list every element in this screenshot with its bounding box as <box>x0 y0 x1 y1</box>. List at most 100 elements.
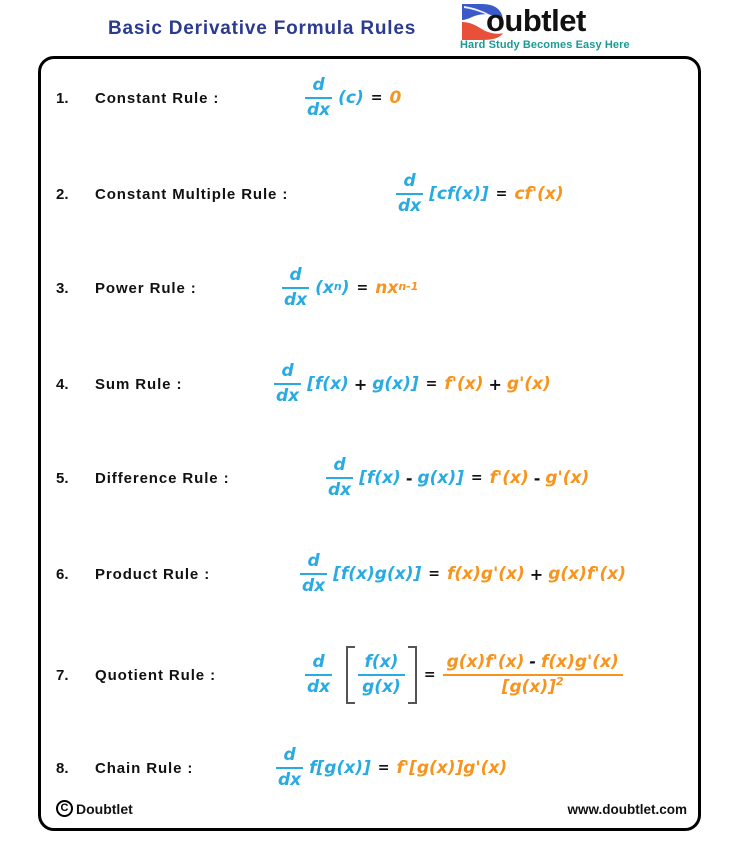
ddx-operator: d dx <box>300 551 328 596</box>
rule-row-product: 6. Product Rule : d dx [f(x)g(x)] = f(x)… <box>0 538 745 610</box>
ddx-numerator: d <box>289 265 302 285</box>
lhs-denominator: g(x) <box>362 677 401 697</box>
ddx-denominator: dx <box>307 677 331 697</box>
ddx-denominator: dx <box>328 480 352 500</box>
equals-sign: = <box>370 90 383 106</box>
rhs-denominator: [g(x)]2 <box>498 676 568 696</box>
brand-logo: oubtlet Hard Study Becomes Easy Here <box>458 2 630 54</box>
ddx-operator: d dx <box>305 75 333 120</box>
ddx-operator: d dx <box>396 171 424 216</box>
rule-formula: d dx (x n ) = nx n-1 <box>282 267 418 309</box>
rule-row-constant-multiple: 2. Constant Multiple Rule : d dx [cf(x)]… <box>0 158 745 230</box>
equals-sign: = <box>423 667 436 683</box>
rule-label: Chain Rule : <box>95 759 194 777</box>
rule-label: Sum Rule : <box>95 375 183 393</box>
rule-row-chain: 8. Chain Rule : d dx f[g(x)] = f'[g(x)]g… <box>0 732 745 804</box>
ddx-numerator: d <box>403 171 416 191</box>
rule-row-sum: 4. Sum Rule : d dx [f(x) + g(x)] = f'(x)… <box>0 348 745 420</box>
ddx-operator: d dx <box>305 652 333 697</box>
rule-number: 1. <box>56 89 69 107</box>
footer-website[interactable]: www.doubtlet.com <box>568 802 688 817</box>
ddx-operator: d dx <box>274 361 302 406</box>
rule-label: Constant Rule : <box>95 89 220 107</box>
rule-number: 7. <box>56 666 69 684</box>
rule-formula: d dx [f(x) + g(x)] = f'(x) + g'(x) <box>274 363 551 405</box>
formula-rhs-second: g(x)f'(x) <box>548 564 626 584</box>
ddx-numerator: d <box>333 455 346 475</box>
ddx-numerator: d <box>312 652 325 672</box>
rule-number: 3. <box>56 279 69 297</box>
formula-lhs-operator: - <box>405 468 413 488</box>
equals-sign: = <box>428 566 440 582</box>
rhs-numerator-first: g(x)f'(x) <box>446 652 525 672</box>
rule-formula: d dx [cf(x)] = cf'(x) <box>396 173 564 215</box>
formula-lhs-second: g(x)] <box>417 468 464 488</box>
formula-rhs-first: f(x)g'(x) <box>447 564 525 584</box>
rhs-fraction: g(x)f'(x) - f(x)g'(x) [g(x)]2 <box>442 652 623 696</box>
ddx-denominator: dx <box>284 290 308 310</box>
rule-label: Quotient Rule : <box>95 666 216 684</box>
close-bracket <box>407 646 417 704</box>
rhs-denominator-base: [g(x)] <box>501 677 556 697</box>
rhs-numerator-second: f(x)g'(x) <box>540 652 619 672</box>
ddx-operator: d dx <box>276 745 304 790</box>
rule-label: Difference Rule : <box>95 469 230 487</box>
ddx-operator: d dx <box>282 265 310 310</box>
ddx-operator: d dx <box>326 455 354 500</box>
rule-formula: d dx [f(x) - g(x)] = f'(x) - g'(x) <box>326 457 589 499</box>
formula-rhs-operator: + <box>529 564 544 584</box>
ddx-denominator: dx <box>307 100 331 120</box>
rule-label: Product Rule : <box>95 565 211 583</box>
formula-lhs-operator: + <box>353 374 368 394</box>
rule-row-constant: 1. Constant Rule : d dx (c) = 0 <box>0 62 745 134</box>
ddx-numerator: d <box>312 75 325 95</box>
rule-number: 4. <box>56 375 69 393</box>
ddx-denominator: dx <box>398 196 422 216</box>
formula-rhs-operator: + <box>488 374 502 394</box>
rule-number: 8. <box>56 759 69 777</box>
equals-sign: = <box>377 760 390 776</box>
rule-formula: d dx [f(x)g(x)] = f(x)g'(x) + g(x)f'(x) <box>300 553 626 595</box>
ddx-numerator: d <box>281 361 294 381</box>
page-title: Basic Derivative Formula Rules <box>108 18 417 39</box>
formula-rhs: 0 <box>389 88 402 108</box>
open-bracket <box>346 646 356 704</box>
rule-row-power: 3. Power Rule : d dx (x n ) = nx n-1 <box>0 252 745 324</box>
copyright-name: Doubtlet <box>76 800 133 817</box>
rule-formula: d dx f[g(x)] = f'[g(x)]g'(x) <box>276 747 507 789</box>
formula-lhs-first: [f(x) <box>359 468 401 488</box>
formula-lhs-first: [f(x) <box>307 374 349 394</box>
ddx-denominator: dx <box>276 386 300 406</box>
rule-label: Constant Multiple Rule : <box>95 185 289 203</box>
rule-formula: d dx f(x) g(x) = g(x)f'(x) - f(x)g'(x) [g(… <box>305 646 623 704</box>
rule-formula: d dx (c) = 0 <box>305 77 401 119</box>
formula-rhs-first: f'(x) <box>489 468 529 488</box>
formula-lhs: (c) <box>338 88 364 108</box>
rhs-denominator-exponent: 2 <box>555 675 564 688</box>
rule-number: 5. <box>56 469 69 487</box>
formula-lhs: f[g(x)] <box>309 758 371 778</box>
formula-rhs-second: g'(x) <box>545 468 590 488</box>
equals-sign: = <box>425 376 438 392</box>
ddx-denominator: dx <box>302 576 326 596</box>
equals-sign: = <box>495 186 508 202</box>
ddx-numerator: d <box>283 745 296 765</box>
formula-lhs-second: g(x)] <box>372 374 419 394</box>
rule-row-quotient: 7. Quotient Rule : d dx f(x) g(x) = g(x)… <box>0 630 745 720</box>
ddx-denominator: dx <box>278 770 302 790</box>
ddx-numerator: d <box>307 551 320 571</box>
rule-row-difference: 5. Difference Rule : d dx [f(x) - g(x)] … <box>0 442 745 514</box>
rule-number: 6. <box>56 565 69 583</box>
formula-rhs-operator: - <box>533 468 541 488</box>
formula-rhs-first: f'(x) <box>444 374 484 394</box>
rule-label: Power Rule : <box>95 279 197 297</box>
lhs-numerator: f(x) <box>364 652 399 672</box>
formula-rhs: cf'(x) <box>514 184 564 204</box>
formula-lhs-base: (x <box>315 278 334 298</box>
formula-lhs-exponent: n <box>333 279 342 293</box>
formula-lhs-tail: ) <box>341 278 350 298</box>
equals-sign: = <box>470 470 483 486</box>
formula-lhs: [cf(x)] <box>429 184 489 204</box>
equals-sign: = <box>356 280 369 296</box>
footer-copyright: C Doubtlet <box>56 800 133 817</box>
